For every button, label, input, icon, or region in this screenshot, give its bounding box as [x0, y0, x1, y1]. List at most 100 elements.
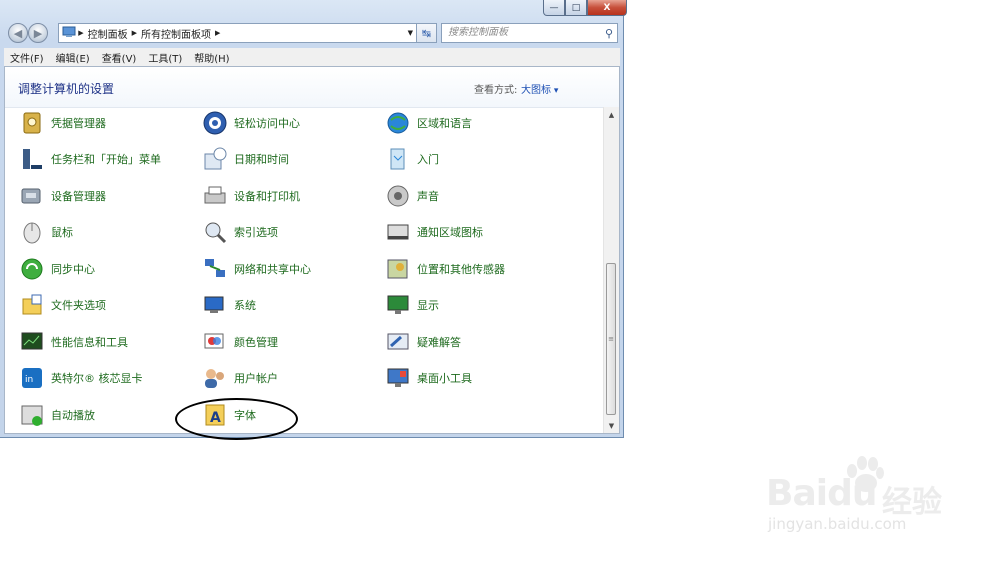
indexing-icon	[202, 219, 228, 245]
control-panel-item-label: 设备管理器	[51, 190, 106, 203]
intel-graphics-icon: in	[19, 365, 45, 391]
vertical-scrollbar[interactable]: ▲ ≡ ▼	[603, 107, 619, 433]
control-panel-item-label: 位置和其他传感器	[417, 263, 505, 276]
control-panel-item-label: 英特尔® 核芯显卡	[51, 372, 143, 385]
scroll-up-icon[interactable]: ▲	[604, 107, 619, 122]
control-panel-item-label: 桌面小工具	[417, 372, 472, 385]
control-panel-item[interactable]: 声音	[385, 182, 439, 210]
page-title: 调整计算机的设置	[18, 82, 115, 96]
location-sensor-icon	[385, 256, 411, 282]
view-by-dropdown[interactable]: 大图标	[521, 81, 558, 96]
control-panel-item[interactable]: 用户帐户	[202, 364, 278, 392]
menu-help[interactable]: 帮助(H)	[188, 50, 235, 65]
scroll-thumb[interactable]: ≡	[606, 263, 616, 415]
control-panel-item-label: 区域和语言	[417, 117, 472, 130]
control-panel-item-label: 同步中心	[51, 263, 95, 276]
mouse-icon	[19, 219, 45, 245]
highlight-circle-annotation	[175, 398, 298, 440]
performance-icon	[19, 329, 45, 355]
control-panel-item[interactable]: 文件夹选项	[19, 291, 106, 319]
display-icon	[385, 292, 411, 318]
refresh-icon[interactable]: ↹	[417, 23, 437, 43]
network-icon	[202, 256, 228, 282]
region-language-icon	[385, 110, 411, 136]
control-panel-item[interactable]: 设备管理器	[19, 182, 106, 210]
menu-file[interactable]: 文件(F)	[4, 50, 50, 65]
control-panel-item[interactable]: 自动播放	[19, 401, 95, 429]
control-panel-item[interactable]: 颜色管理	[202, 328, 278, 356]
control-panel-item-label: 索引选项	[234, 226, 278, 239]
control-panel-item[interactable]: 疑难解答	[385, 328, 461, 356]
menu-tools[interactable]: 工具(T)	[142, 50, 188, 65]
control-panel-item[interactable]: 轻松访问中心	[202, 109, 300, 137]
view-by-label: 查看方式:	[474, 85, 518, 96]
control-panel-item[interactable]: 显示	[385, 291, 439, 319]
svg-text:in: in	[25, 375, 33, 385]
address-dropdown-icon[interactable]: ▼	[408, 29, 413, 37]
control-panel-item-label: 自动播放	[51, 409, 95, 422]
control-panel-item[interactable]: 桌面小工具	[385, 364, 472, 392]
control-panel-item[interactable]: 任务栏和「开始」菜单	[19, 145, 161, 173]
search-input[interactable]: 搜索控制面板 ⚲	[441, 23, 618, 43]
control-panel-item-label: 颜色管理	[234, 336, 278, 349]
control-panel-item[interactable]: 入门	[385, 145, 439, 173]
date-time-icon	[202, 146, 228, 172]
control-panel-item-label: 日期和时间	[234, 153, 289, 166]
back-arrow-icon[interactable]: ◀	[8, 23, 28, 43]
menu-bar: 文件(F) 编辑(E) 查看(V) 工具(T) 帮助(H)	[4, 48, 620, 67]
control-panel-item[interactable]: 网络和共享中心	[202, 255, 311, 283]
scroll-down-icon[interactable]: ▼	[604, 418, 619, 433]
address-bar[interactable]: ▶ 控制面板 ▶ 所有控制面板项 ▶ ▼	[58, 23, 417, 43]
control-panel-item-label: 轻松访问中心	[234, 117, 300, 130]
control-panel-item[interactable]: 位置和其他传感器	[385, 255, 505, 283]
navigation-bar: ◀ ▶ ▶ 控制面板 ▶ 所有控制面板项 ▶ ▼ ↹ 搜索控制面板 ⚲	[0, 22, 624, 44]
control-panel-item-label: 入门	[417, 153, 439, 166]
close-button[interactable]: X	[587, 0, 627, 16]
control-panel-item-label: 设备和打印机	[234, 190, 300, 203]
breadcrumb-all-items[interactable]: 所有控制面板项	[137, 26, 215, 41]
menu-edit[interactable]: 编辑(E)	[50, 50, 96, 65]
breadcrumb-separator-icon: ▶	[76, 29, 84, 37]
device-manager-icon	[19, 183, 45, 209]
watermark-brand: Baidu	[766, 473, 877, 514]
content-header: 调整计算机的设置 查看方式: 大图标	[5, 67, 619, 108]
content-pane: 调整计算机的设置 查看方式: 大图标 凭据管理器任务栏和「开始」菜单设备管理器鼠…	[4, 66, 620, 434]
user-accounts-icon	[202, 365, 228, 391]
system-icon	[202, 292, 228, 318]
control-panel-item[interactable]: 索引选项	[202, 218, 278, 246]
maximize-button[interactable]: □	[565, 0, 587, 16]
control-panel-item[interactable]: 区域和语言	[385, 109, 472, 137]
folder-options-icon	[19, 292, 45, 318]
menu-view[interactable]: 查看(V)	[96, 50, 143, 65]
color-management-icon	[202, 329, 228, 355]
control-panel-item[interactable]: 系统	[202, 291, 256, 319]
control-panel-item[interactable]: 性能信息和工具	[19, 328, 128, 356]
breadcrumb-control-panel[interactable]: 控制面板	[84, 26, 132, 41]
control-panel-item[interactable]: 通知区域图标	[385, 218, 483, 246]
taskbar-icon	[19, 146, 45, 172]
ease-of-access-icon	[202, 110, 228, 136]
control-panel-item[interactable]: 凭据管理器	[19, 109, 106, 137]
search-icon[interactable]: ⚲	[605, 25, 613, 43]
sound-icon	[385, 183, 411, 209]
baidu-watermark: Baidu 经验 jingyan.baidu.com	[766, 455, 966, 545]
control-panel-item[interactable]: in 英特尔® 核芯显卡	[19, 364, 143, 392]
window-controls: — □ X	[543, 0, 627, 16]
getting-started-icon	[385, 146, 411, 172]
forward-arrow-icon[interactable]: ▶	[28, 23, 48, 43]
watermark-url: jingyan.baidu.com	[768, 515, 907, 533]
control-panel-item-label: 文件夹选项	[51, 299, 106, 312]
control-panel-item[interactable]: 鼠标	[19, 218, 73, 246]
control-panel-icon	[62, 26, 76, 41]
minimize-button[interactable]: —	[543, 0, 565, 16]
troubleshooting-icon	[385, 329, 411, 355]
control-panel-item[interactable]: 日期和时间	[202, 145, 289, 173]
sync-center-icon	[19, 256, 45, 282]
credential-vault-icon	[19, 110, 45, 136]
control-panel-item-label: 网络和共享中心	[234, 263, 311, 276]
control-panel-item-label: 显示	[417, 299, 439, 312]
control-panel-item-label: 鼠标	[51, 226, 73, 239]
control-panel-item[interactable]: 同步中心	[19, 255, 95, 283]
control-panel-window: — □ X ◀ ▶ ▶ 控制面板 ▶ 所有控制面板项 ▶ ▼ ↹ 搜索控制面板 …	[0, 0, 627, 438]
control-panel-item[interactable]: 设备和打印机	[202, 182, 300, 210]
